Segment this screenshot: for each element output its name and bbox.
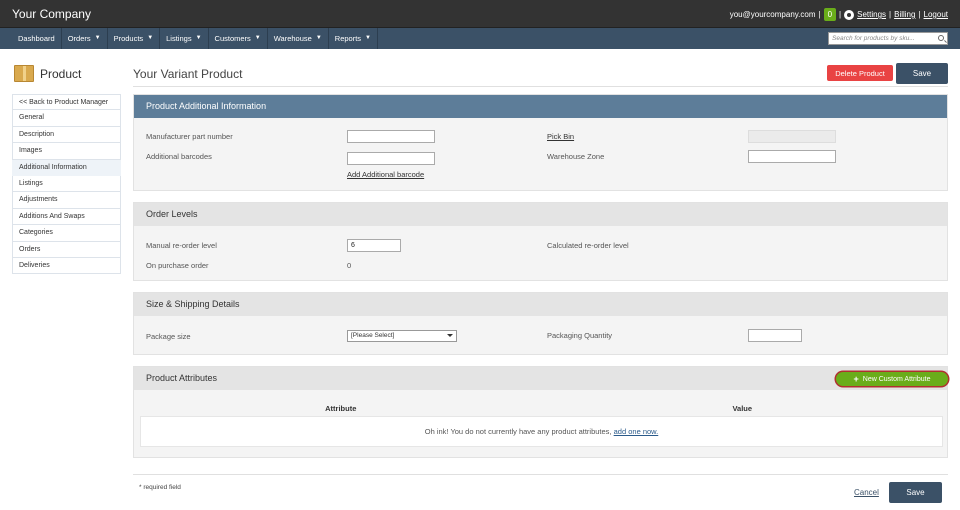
mpn-input[interactable] (347, 130, 435, 143)
brand-name: Your Company (12, 7, 91, 21)
main-nav: Dashboard Orders ▼ Products ▼ Listings ▼ Cu… (0, 28, 960, 49)
delete-product-button[interactable]: Delete Product (827, 65, 893, 81)
chevron-down-icon (447, 334, 453, 337)
new-custom-attribute-button[interactable]: + New Custom Attribute (836, 372, 948, 386)
attributes-table: Attribute Value Oh ink! You do not curre… (140, 401, 943, 447)
new-attribute-label: New Custom Attribute (862, 375, 931, 383)
column-value: Value (732, 404, 753, 413)
nav-reports[interactable]: Reports ▼ (329, 28, 378, 49)
mpn-label: Manufacturer part number (146, 132, 233, 141)
on-purchase-order-label: On purchase order (146, 261, 209, 270)
panel-heading: Product Attributes (134, 367, 947, 390)
on-purchase-order-value: 0 (347, 261, 352, 270)
panel-heading: Product Additional Information (134, 95, 947, 118)
packaging-quantity-input[interactable] (748, 329, 802, 342)
caret-down-icon: ▼ (147, 35, 154, 41)
package-size-label: Package size (146, 332, 191, 341)
sidebar-item-description[interactable]: Description (12, 126, 121, 144)
additional-info-panel: Product Additional Information Manufactu… (133, 94, 948, 191)
sidebar-item-deliveries[interactable]: Deliveries (12, 257, 121, 275)
product-search-input[interactable]: Search for products by sku... (828, 32, 948, 45)
notification-badge[interactable]: 0 (823, 8, 837, 21)
sidebar-item-images[interactable]: Images (12, 143, 121, 160)
packaging-quantity-label: Packaging Quantity (547, 331, 613, 340)
separator: | (918, 10, 921, 19)
shipping-panel: Size & Shipping Details Package size [Pl… (133, 292, 948, 355)
search-icon[interactable] (938, 35, 944, 41)
gear-icon[interactable] (844, 9, 855, 20)
nav-warehouse[interactable]: Warehouse ▼ (268, 28, 329, 49)
empty-state-text: Oh ink! You do not currently have any pr… (424, 427, 612, 436)
sidebar-title: Product (14, 65, 81, 82)
sidebar-item-listings[interactable]: Listings (12, 175, 121, 193)
sidebar-item-orders[interactable]: Orders (12, 241, 121, 258)
nav-orders[interactable]: Orders ▼ (62, 28, 108, 49)
nav-products[interactable]: Products ▼ (108, 28, 161, 49)
nav-listings[interactable]: Listings ▼ (160, 28, 209, 49)
product-box-icon (14, 65, 34, 82)
title-divider (133, 86, 948, 87)
caret-down-icon: ▼ (365, 35, 371, 41)
sidebar-title-text: Product (40, 66, 82, 81)
nav-customers[interactable]: Customers ▼ (209, 28, 268, 49)
search-placeholder: Search for products by sku... (832, 35, 915, 42)
column-attribute: Attribute (325, 404, 357, 413)
sidebar-item-back[interactable]: << Back to Product Manager (12, 94, 121, 111)
cancel-link[interactable]: Cancel (854, 488, 879, 497)
add-attribute-link[interactable]: add one now. (614, 427, 659, 436)
user-email: you@yourcompany.com (729, 10, 816, 19)
required-field-note: * required field (139, 484, 181, 491)
order-levels-panel: Order Levels Manual re-order level 6 On … (133, 202, 948, 281)
separator: | (818, 10, 821, 19)
attributes-panel: Product Attributes Attribute Value Oh in… (133, 366, 948, 458)
billing-link[interactable]: Billing (894, 10, 915, 19)
package-size-select[interactable]: [Please Select] (347, 330, 457, 342)
save-button-bottom[interactable]: Save (889, 482, 942, 503)
calculated-reorder-label: Calculated re-order level (547, 241, 629, 250)
sidebar-item-general[interactable]: General (12, 110, 121, 127)
caret-down-icon: ▼ (195, 35, 202, 41)
plus-icon: + (853, 374, 859, 384)
warehouse-zone-input[interactable] (748, 150, 836, 163)
barcodes-input[interactable] (347, 152, 435, 165)
pick-bin-input (748, 130, 836, 143)
nav-dashboard[interactable]: Dashboard (12, 28, 62, 49)
nav-menu: Dashboard Orders ▼ Products ▼ Listings ▼ Cu… (12, 28, 378, 49)
sidebar-item-additional-information[interactable]: Additional Information (12, 159, 121, 176)
sidebar-item-additions-and-swaps[interactable]: Additions And Swaps (12, 208, 121, 226)
panel-heading: Size & Shipping Details (134, 293, 947, 316)
product-sidebar: << Back to Product Manager General Descr… (12, 94, 121, 275)
page-title: Your Variant Product (133, 67, 243, 81)
settings-link[interactable]: Settings (857, 10, 886, 19)
table-header: Attribute Value (140, 401, 943, 416)
caret-down-icon: ▼ (94, 35, 101, 41)
top-bar: Your Company you@yourcompany.com | 0 | S… (0, 0, 960, 28)
warehouse-zone-label: Warehouse Zone (547, 152, 605, 161)
sidebar-item-categories[interactable]: Categories (12, 225, 121, 242)
barcodes-label: Additional barcodes (146, 152, 212, 161)
manual-reorder-label: Manual re-order level (146, 241, 217, 250)
manual-reorder-input[interactable]: 6 (347, 239, 401, 252)
save-button[interactable]: Save (896, 63, 948, 84)
user-area: you@yourcompany.com | 0 | Settings | Bil… (730, 8, 948, 21)
separator: | (889, 10, 892, 19)
caret-down-icon: ▼ (254, 35, 261, 41)
caret-down-icon: ▼ (315, 35, 322, 41)
pick-bin-label[interactable]: Pick Bin (547, 132, 574, 141)
empty-state: Oh ink! You do not currently have any pr… (140, 416, 943, 447)
sidebar-item-adjustments[interactable]: Adjustments (12, 192, 121, 209)
add-barcode-link[interactable]: Add Additional barcode (347, 170, 424, 179)
package-size-selected: [Please Select] (351, 332, 395, 339)
separator: | (839, 10, 842, 19)
logout-link[interactable]: Logout (924, 10, 948, 19)
footer-divider (133, 474, 948, 475)
panel-heading: Order Levels (134, 203, 947, 226)
